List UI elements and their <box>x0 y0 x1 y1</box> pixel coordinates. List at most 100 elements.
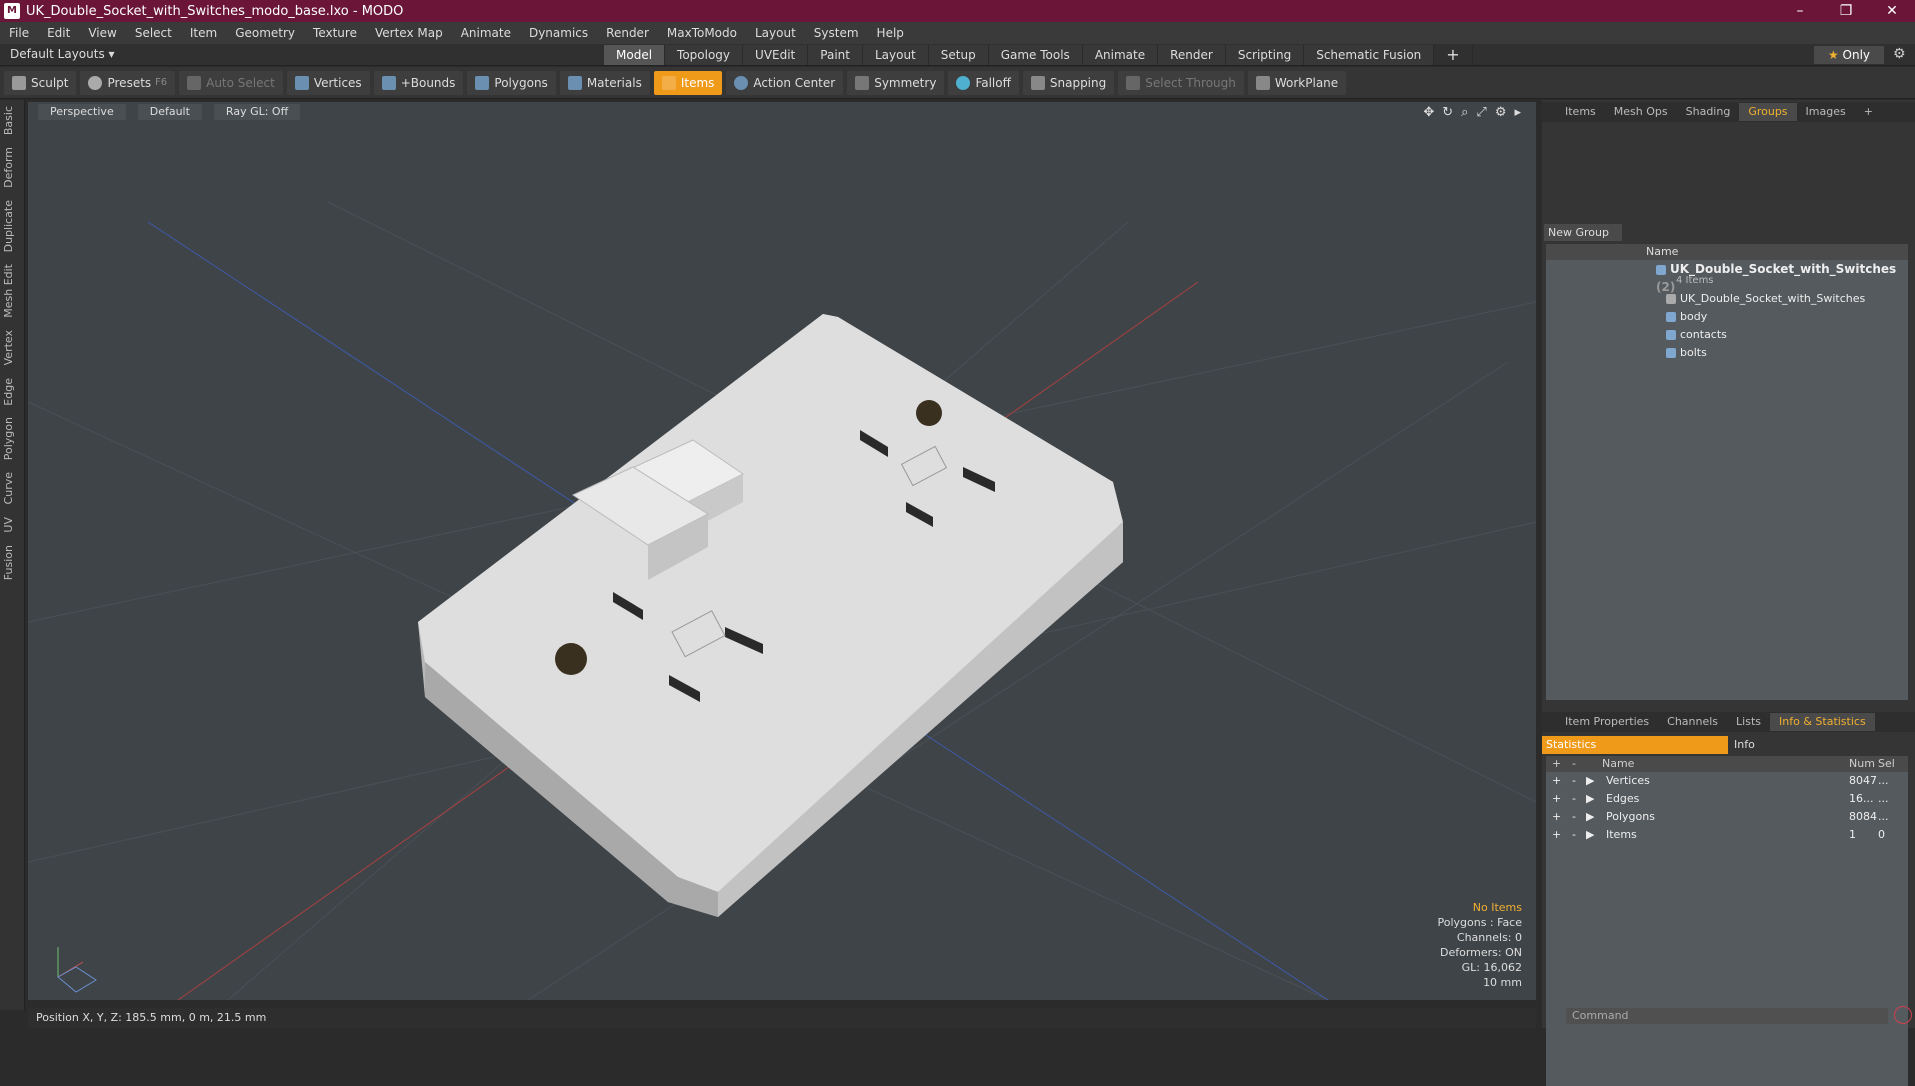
tab-groups[interactable]: Groups <box>1739 103 1797 121</box>
menu-texture[interactable]: Texture <box>304 26 366 40</box>
side-tab-polygon[interactable]: Polygon <box>2 411 22 466</box>
rotate-icon[interactable]: ↻ <box>1442 105 1453 120</box>
tab-schematic-fusion[interactable]: Schematic Fusion <box>1304 45 1435 65</box>
tab-animate[interactable]: Animate <box>1082 45 1159 65</box>
collapse-minus[interactable]: - <box>1572 790 1576 808</box>
table-row[interactable]: + - ▶ Items 1 0 <box>1546 826 1908 844</box>
side-tab-vertex[interactable]: Vertex <box>2 324 22 371</box>
falloff-button[interactable]: Falloff <box>948 70 1019 95</box>
tab-layout[interactable]: Layout <box>862 45 929 65</box>
view-perspective-button[interactable]: Perspective <box>38 104 126 120</box>
menu-file[interactable]: File <box>0 26 38 40</box>
collapse-minus[interactable]: - <box>1572 826 1576 844</box>
symmetry-button[interactable]: Symmetry <box>847 70 945 95</box>
list-item[interactable]: body <box>1546 308 1908 326</box>
tab-shading[interactable]: Shading <box>1677 103 1740 121</box>
socket-model[interactable] <box>418 314 1123 917</box>
tab-render[interactable]: Render <box>1158 45 1226 65</box>
tab-lists[interactable]: Lists <box>1727 713 1770 731</box>
menu-animate[interactable]: Animate <box>452 26 520 40</box>
viewport-settings-icon[interactable]: ⚙ <box>1495 105 1507 120</box>
maximize-icon[interactable]: ❐ <box>1823 3 1869 19</box>
side-tab-fusion[interactable]: Fusion <box>2 539 22 586</box>
tab-mesh-ops[interactable]: Mesh Ops <box>1605 103 1677 121</box>
minimize-icon[interactable]: – <box>1777 3 1823 19</box>
zoom-icon[interactable]: ⌕ <box>1461 105 1468 120</box>
bounds-button[interactable]: +Bounds <box>373 70 464 95</box>
add-panel-tab-icon[interactable]: + <box>1855 103 1882 121</box>
action-center-button[interactable]: Action Center <box>726 70 844 95</box>
sculpt-button[interactable]: Sculpt <box>4 70 77 95</box>
collapse-minus[interactable]: - <box>1572 772 1576 790</box>
tab-item-properties[interactable]: Item Properties <box>1556 713 1658 731</box>
viewport-scene[interactable] <box>28 102 1536 1000</box>
menu-view[interactable]: View <box>79 26 125 40</box>
menu-vertex-map[interactable]: Vertex Map <box>366 26 452 40</box>
menu-help[interactable]: Help <box>868 26 913 40</box>
workplane-button[interactable]: WorkPlane <box>1247 70 1347 95</box>
gear-icon[interactable]: ⚙ <box>1893 46 1906 62</box>
expand-arrow-icon[interactable]: ▶ <box>1586 772 1594 790</box>
auto-select-button[interactable]: Auto Select <box>179 70 283 95</box>
only-button[interactable]: ★ Only <box>1814 46 1884 64</box>
menu-layout[interactable]: Layout <box>746 26 805 40</box>
info-tab[interactable]: Info <box>1728 736 1755 754</box>
table-row[interactable]: + - ▶ Edges 16... ... <box>1546 790 1908 808</box>
table-row[interactable]: + - ▶ Vertices 8047 ... <box>1546 772 1908 790</box>
tab-channels[interactable]: Channels <box>1658 713 1727 731</box>
expand-plus[interactable]: + <box>1552 772 1561 790</box>
tab-game-tools[interactable]: Game Tools <box>988 45 1083 65</box>
side-tab-curve[interactable]: Curve <box>2 466 22 510</box>
add-tab-icon[interactable]: + <box>1434 45 1473 65</box>
default-layouts-dropdown[interactable]: Default Layouts ▾ <box>10 47 115 61</box>
side-tab-duplicate[interactable]: Duplicate <box>2 194 22 258</box>
maximize-viewport-icon[interactable]: ⤢ <box>1476 105 1486 120</box>
snapping-button[interactable]: Snapping <box>1022 70 1115 95</box>
polygons-button[interactable]: Polygons <box>467 70 556 95</box>
menu-geometry[interactable]: Geometry <box>226 26 304 40</box>
menu-edit[interactable]: Edit <box>38 26 79 40</box>
tab-paint[interactable]: Paint <box>808 45 863 65</box>
expand-plus[interactable]: + <box>1552 808 1561 826</box>
collapse-minus[interactable]: - <box>1572 808 1576 826</box>
presets-button[interactable]: Presets F6 <box>80 70 176 95</box>
pan-icon[interactable]: ✥ <box>1423 105 1434 120</box>
vertices-button[interactable]: Vertices <box>286 70 370 95</box>
expand-arrow-icon[interactable]: ▶ <box>1586 790 1594 808</box>
tab-images[interactable]: Images <box>1797 103 1855 121</box>
tab-setup[interactable]: Setup <box>928 45 989 65</box>
raygl-toggle[interactable]: Ray GL: Off <box>213 104 301 120</box>
group-row[interactable]: UK_Double_Socket_with_Switches (2) 4 Ite… <box>1546 260 1908 294</box>
tab-model[interactable]: Model <box>604 45 666 65</box>
expand-plus[interactable]: + <box>1552 790 1561 808</box>
new-group-button[interactable]: New Group <box>1544 224 1622 241</box>
expand-arrow-icon[interactable]: ▶ <box>1586 808 1594 826</box>
close-icon[interactable]: ✕ <box>1869 3 1915 19</box>
tab-topology[interactable]: Topology <box>665 45 744 65</box>
statistics-tab[interactable]: Statistics <box>1542 736 1728 754</box>
menu-select[interactable]: Select <box>126 26 181 40</box>
tab-items[interactable]: Items <box>1556 103 1605 121</box>
tab-scripting[interactable]: Scripting <box>1225 45 1305 65</box>
3d-viewport[interactable]: Perspective Default Ray GL: Off ✥ ↻ ⌕ ⤢ … <box>28 102 1536 1000</box>
command-input[interactable]: Command <box>1566 1008 1888 1024</box>
list-item[interactable]: contacts <box>1546 326 1908 344</box>
side-tab-basic[interactable]: Basic <box>2 100 22 141</box>
expand-arrow-icon[interactable]: ▶ <box>1586 826 1594 844</box>
menu-system[interactable]: System <box>805 26 868 40</box>
side-tab-edge[interactable]: Edge <box>2 372 22 412</box>
items-button[interactable]: Items <box>653 70 723 95</box>
expand-plus[interactable]: + <box>1552 826 1561 844</box>
side-tab-deform[interactable]: Deform <box>2 141 22 194</box>
shading-default-button[interactable]: Default <box>137 104 202 120</box>
menu-render[interactable]: Render <box>597 26 658 40</box>
tab-uvedit[interactable]: UVEdit <box>743 45 809 65</box>
tab-info-statistics[interactable]: Info & Statistics <box>1770 713 1875 731</box>
materials-button[interactable]: Materials <box>559 70 650 95</box>
table-row[interactable]: + - ▶ Polygons 8084 ... <box>1546 808 1908 826</box>
menu-dynamics[interactable]: Dynamics <box>520 26 597 40</box>
select-through-button[interactable]: Select Through <box>1118 70 1244 95</box>
command-record-icon[interactable] <box>1894 1006 1912 1024</box>
side-tab-uv[interactable]: UV <box>2 511 22 539</box>
menu-maxtomodo[interactable]: MaxToModo <box>658 26 746 40</box>
